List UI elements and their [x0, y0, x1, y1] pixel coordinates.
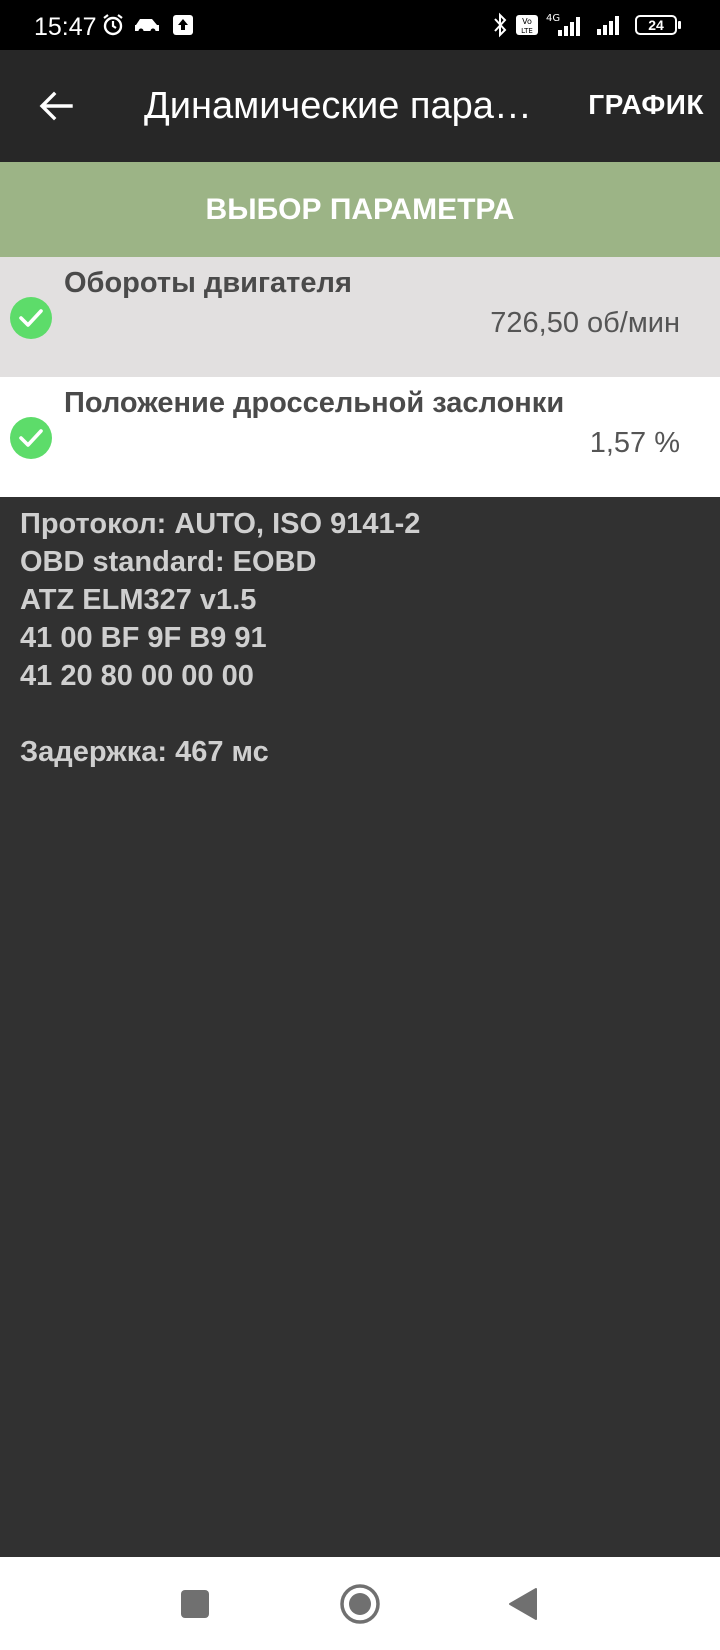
log-text: Протокол: AUTO, ISO 9141-2 OBD standard:… [20, 505, 420, 771]
log-line: OBD standard: EOBD [20, 546, 317, 578]
log-line: 41 00 BF 9F B9 91 [20, 622, 267, 654]
arrow-left-icon [39, 91, 73, 121]
app-bar: Динамические пара… ГРАФИК [0, 50, 720, 162]
alarm-icon [100, 12, 126, 38]
circle-icon [340, 1584, 380, 1624]
page-title: Динамические пара… [144, 85, 532, 127]
battery-level: 24 [635, 15, 677, 35]
back-nav-button[interactable] [501, 1582, 545, 1626]
svg-text:4G: 4G [546, 13, 560, 24]
parameter-row[interactable]: Обороты двигателя 726,50 об/мин [0, 257, 720, 377]
triangle-back-icon [509, 1588, 537, 1620]
car-icon [132, 12, 162, 38]
parameter-value: 726,50 об/мин [490, 307, 680, 339]
select-parameter-button[interactable]: ВЫБОР ПАРАМЕТРА [0, 162, 720, 257]
parameter-name: Обороты двигателя [64, 267, 352, 299]
signal-icon-2 [594, 12, 626, 38]
delay-line: Задержка: 467 мс [20, 736, 269, 768]
navigation-bar [0, 1557, 720, 1650]
svg-text:LTE: LTE [521, 27, 533, 35]
log-line: Протокол: AUTO, ISO 9141-2 [20, 508, 421, 540]
parameter-row[interactable]: Положение дроссельной заслонки 1,57 % [0, 377, 720, 497]
svg-text:Vo: Vo [522, 17, 532, 26]
upload-icon [170, 12, 196, 38]
recents-button[interactable] [173, 1582, 217, 1626]
log-line: ATZ ELM327 v1.5 [20, 584, 257, 616]
check-icon[interactable] [10, 297, 52, 339]
log-panel: Протокол: AUTO, ISO 9141-2 OBD standard:… [0, 497, 720, 1557]
square-icon [181, 1590, 209, 1618]
bluetooth-icon [490, 12, 510, 38]
signal-icon: 4G [544, 12, 588, 38]
log-spacer [20, 695, 420, 733]
status-time: 15:47 [34, 13, 97, 41]
volte-icon: Vo LTE [514, 12, 540, 38]
parameter-value: 1,57 % [589, 427, 680, 459]
parameter-name: Положение дроссельной заслонки [64, 387, 565, 419]
battery-icon: 24 [634, 12, 682, 38]
log-line: 41 20 80 00 00 00 [20, 660, 254, 692]
back-button[interactable] [28, 78, 84, 134]
graph-button[interactable]: ГРАФИК [588, 88, 704, 122]
status-bar: 15:47 Vo LTE 4G 24 [0, 0, 720, 50]
home-button[interactable] [338, 1582, 382, 1626]
check-icon[interactable] [10, 417, 52, 459]
